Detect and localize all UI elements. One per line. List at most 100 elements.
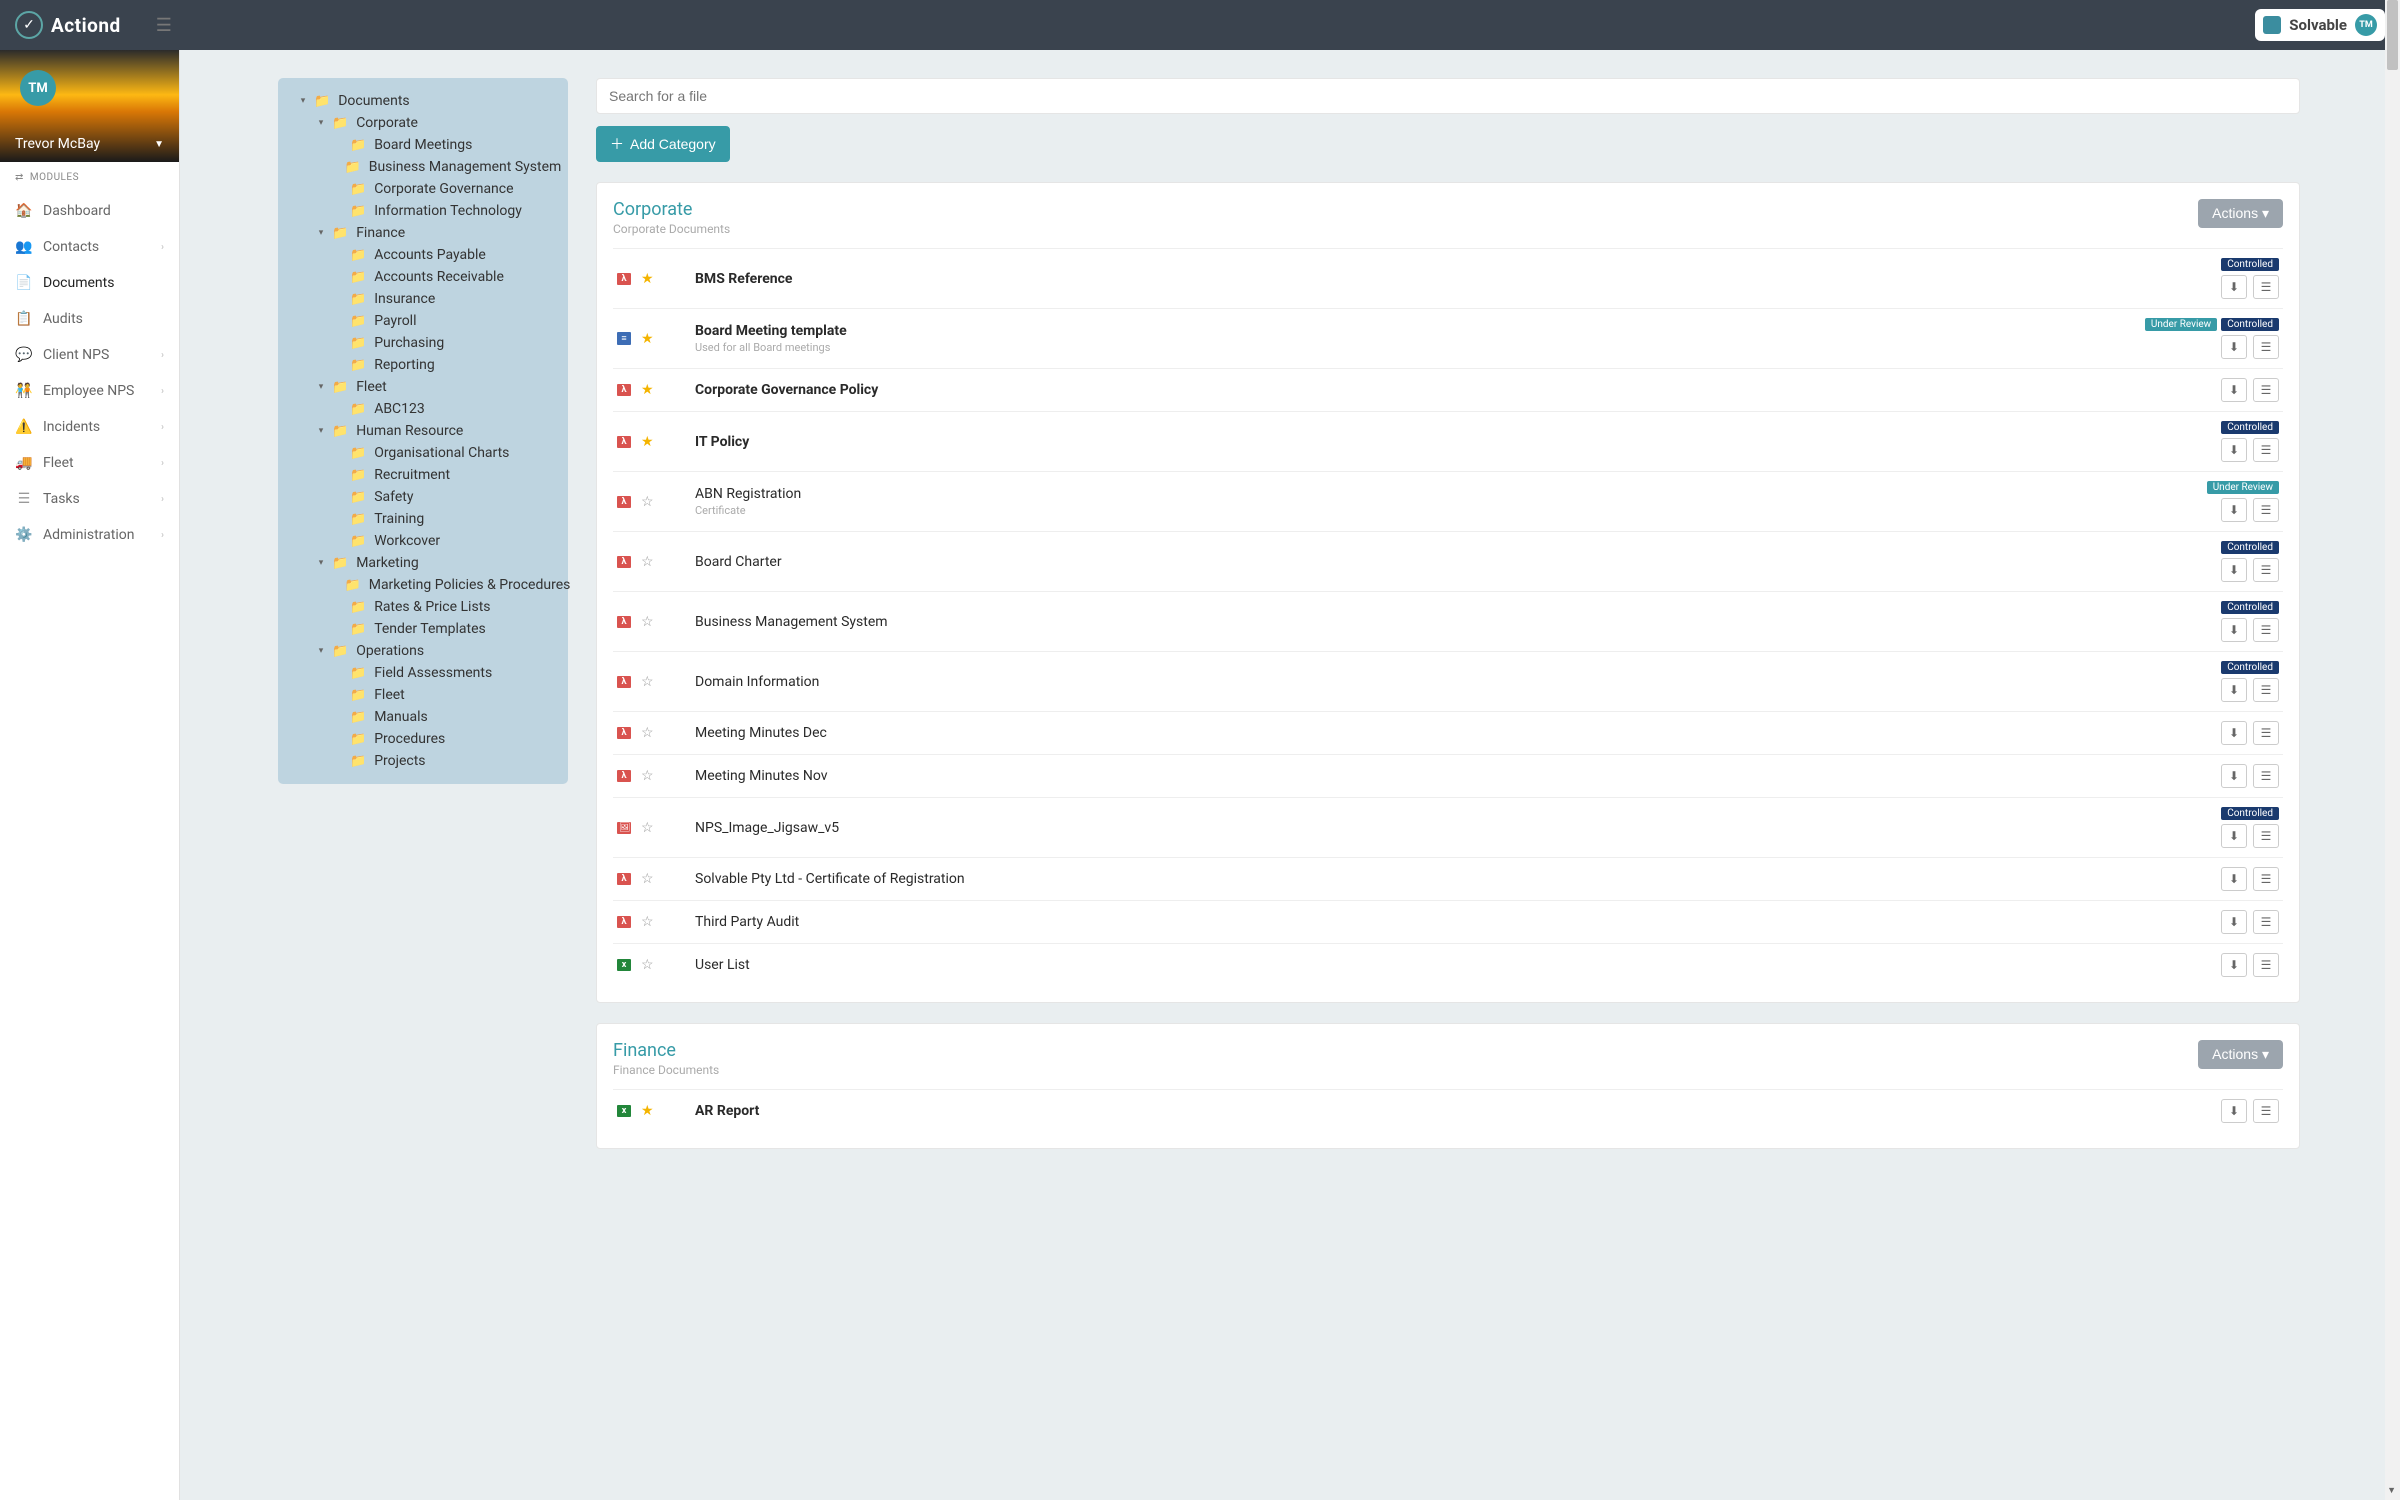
tree-node[interactable]: ▾ 📁 Field Assessments bbox=[278, 662, 568, 684]
file-name[interactable]: Board Meeting template bbox=[695, 323, 2135, 339]
star-icon[interactable]: ★ bbox=[641, 382, 655, 398]
download-button[interactable]: ⬇ bbox=[2221, 275, 2247, 299]
file-name[interactable]: ABN Registration bbox=[695, 486, 2197, 502]
download-button[interactable]: ⬇ bbox=[2221, 618, 2247, 642]
star-icon[interactable]: ☆ bbox=[641, 957, 655, 973]
star-icon[interactable]: ☆ bbox=[641, 914, 655, 930]
details-button[interactable]: ☰ bbox=[2253, 335, 2279, 359]
file-name[interactable]: BMS Reference bbox=[695, 271, 2211, 287]
download-button[interactable]: ⬇ bbox=[2221, 953, 2247, 977]
details-button[interactable]: ☰ bbox=[2253, 721, 2279, 745]
tree-node[interactable]: ▾ 📁 Training bbox=[278, 508, 568, 530]
sidebar-item-client-nps[interactable]: 💬 Client NPS › bbox=[0, 337, 179, 373]
download-button[interactable]: ⬇ bbox=[2221, 1099, 2247, 1123]
star-icon[interactable]: ★ bbox=[641, 1103, 655, 1119]
tree-node[interactable]: ▾ 📁 Procedures bbox=[278, 728, 568, 750]
download-button[interactable]: ⬇ bbox=[2221, 867, 2247, 891]
actions-button[interactable]: Actions ▾ bbox=[2198, 1040, 2283, 1069]
details-button[interactable]: ☰ bbox=[2253, 498, 2279, 522]
tree-node[interactable]: ▾ 📁 Fleet bbox=[278, 684, 568, 706]
tree-node[interactable]: ▾ 📁 Tender Templates bbox=[278, 618, 568, 640]
profile-panel[interactable]: TM Trevor McBay ▼ bbox=[0, 50, 179, 162]
search-input[interactable] bbox=[596, 78, 2300, 114]
file-name[interactable]: Corporate Governance Policy bbox=[695, 382, 2211, 398]
tree-node[interactable]: ▾ 📁 Finance bbox=[278, 222, 568, 244]
sidebar-item-administration[interactable]: ⚙️ Administration › bbox=[0, 517, 179, 553]
download-button[interactable]: ⬇ bbox=[2221, 910, 2247, 934]
download-button[interactable]: ⬇ bbox=[2221, 764, 2247, 788]
tree-node[interactable]: ▾ 📁 Accounts Receivable bbox=[278, 266, 568, 288]
star-icon[interactable]: ★ bbox=[641, 331, 655, 347]
file-name[interactable]: Meeting Minutes Dec bbox=[695, 725, 2211, 741]
add-category-button[interactable]: ＋ Add Category bbox=[596, 126, 730, 162]
tree-node[interactable]: ▾ 📁 Workcover bbox=[278, 530, 568, 552]
download-button[interactable]: ⬇ bbox=[2221, 558, 2247, 582]
tree-node[interactable]: ▾ 📁 Fleet bbox=[278, 376, 568, 398]
sidebar-item-tasks[interactable]: ☰ Tasks › bbox=[0, 481, 179, 517]
download-button[interactable]: ⬇ bbox=[2221, 824, 2247, 848]
file-name[interactable]: NPS_Image_Jigsaw_v5 bbox=[695, 820, 2211, 836]
tree-node[interactable]: ▾ 📁 Information Technology bbox=[278, 200, 568, 222]
details-button[interactable]: ☰ bbox=[2253, 824, 2279, 848]
file-name[interactable]: AR Report bbox=[695, 1103, 2211, 1119]
sidebar-item-contacts[interactable]: 👥 Contacts › bbox=[0, 229, 179, 265]
download-button[interactable]: ⬇ bbox=[2221, 721, 2247, 745]
tree-node[interactable]: ▾ 📁 Safety bbox=[278, 486, 568, 508]
details-button[interactable]: ☰ bbox=[2253, 275, 2279, 299]
tree-node[interactable]: ▾ 📁 Corporate Governance bbox=[278, 178, 568, 200]
sidebar-item-documents[interactable]: 📄 Documents bbox=[0, 265, 179, 301]
details-button[interactable]: ☰ bbox=[2253, 910, 2279, 934]
sidebar-item-dashboard[interactable]: 🏠 Dashboard bbox=[0, 193, 179, 229]
star-icon[interactable]: ☆ bbox=[641, 768, 655, 784]
star-icon[interactable]: ☆ bbox=[641, 674, 655, 690]
star-icon[interactable]: ★ bbox=[641, 434, 655, 450]
tree-node[interactable]: ▾ 📁 Insurance bbox=[278, 288, 568, 310]
solvable-pill[interactable]: Solvable TM bbox=[2255, 9, 2385, 41]
star-icon[interactable]: ★ bbox=[641, 271, 655, 287]
details-button[interactable]: ☰ bbox=[2253, 867, 2279, 891]
star-icon[interactable]: ☆ bbox=[641, 725, 655, 741]
actions-button[interactable]: Actions ▾ bbox=[2198, 199, 2283, 228]
details-button[interactable]: ☰ bbox=[2253, 764, 2279, 788]
tree-node[interactable]: ▾ 📁 ABC123 bbox=[278, 398, 568, 420]
tree-node[interactable]: ▾ 📁 Organisational Charts bbox=[278, 442, 568, 464]
tree-node[interactable]: ▾ 📁 Human Resource bbox=[278, 420, 568, 442]
tree-node[interactable]: ▾ 📁 Accounts Payable bbox=[278, 244, 568, 266]
file-name[interactable]: Domain Information bbox=[695, 674, 2211, 690]
tree-node[interactable]: ▾ 📁 Reporting bbox=[278, 354, 568, 376]
sidebar-item-fleet[interactable]: 🚚 Fleet › bbox=[0, 445, 179, 481]
file-name[interactable]: Board Charter bbox=[695, 554, 2211, 570]
tree-node[interactable]: ▾ 📁 Operations bbox=[278, 640, 568, 662]
download-button[interactable]: ⬇ bbox=[2221, 438, 2247, 462]
brand-logo[interactable]: ✓ Actiond bbox=[15, 11, 121, 39]
sidebar-item-incidents[interactable]: ⚠️ Incidents › bbox=[0, 409, 179, 445]
details-button[interactable]: ☰ bbox=[2253, 618, 2279, 642]
star-icon[interactable]: ☆ bbox=[641, 820, 655, 836]
scrollbar[interactable]: ▼ bbox=[2385, 0, 2400, 1500]
file-name[interactable]: Meeting Minutes Nov bbox=[695, 768, 2211, 784]
tree-node[interactable]: ▾ 📁 Corporate bbox=[278, 112, 568, 134]
details-button[interactable]: ☰ bbox=[2253, 438, 2279, 462]
tree-node[interactable]: ▾ 📁 Projects bbox=[278, 750, 568, 772]
star-icon[interactable]: ☆ bbox=[641, 871, 655, 887]
sidebar-item-employee-nps[interactable]: 🧑‍🤝‍🧑 Employee NPS › bbox=[0, 373, 179, 409]
file-name[interactable]: Third Party Audit bbox=[695, 914, 2211, 930]
details-button[interactable]: ☰ bbox=[2253, 558, 2279, 582]
file-name[interactable]: Solvable Pty Ltd - Certificate of Regist… bbox=[695, 871, 2211, 887]
tree-node[interactable]: ▾ 📁 Marketing bbox=[278, 552, 568, 574]
star-icon[interactable]: ☆ bbox=[641, 554, 655, 570]
file-name[interactable]: User List bbox=[695, 957, 2211, 973]
details-button[interactable]: ☰ bbox=[2253, 953, 2279, 977]
tree-node[interactable]: ▾ 📁 Marketing Policies & Procedures bbox=[278, 574, 568, 596]
details-button[interactable]: ☰ bbox=[2253, 378, 2279, 402]
scrollbar-thumb[interactable] bbox=[2387, 0, 2398, 70]
file-name[interactable]: Business Management System bbox=[695, 614, 2211, 630]
tree-node[interactable]: ▾ 📁 Rates & Price Lists bbox=[278, 596, 568, 618]
tree-node[interactable]: ▾ 📁 Board Meetings bbox=[278, 134, 568, 156]
tree-node[interactable]: ▾ 📁 Documents bbox=[278, 90, 568, 112]
tree-node[interactable]: ▾ 📁 Recruitment bbox=[278, 464, 568, 486]
download-button[interactable]: ⬇ bbox=[2221, 335, 2247, 359]
details-button[interactable]: ☰ bbox=[2253, 1099, 2279, 1123]
star-icon[interactable]: ☆ bbox=[641, 494, 655, 510]
menu-toggle-button[interactable]: ☰ bbox=[156, 15, 172, 36]
